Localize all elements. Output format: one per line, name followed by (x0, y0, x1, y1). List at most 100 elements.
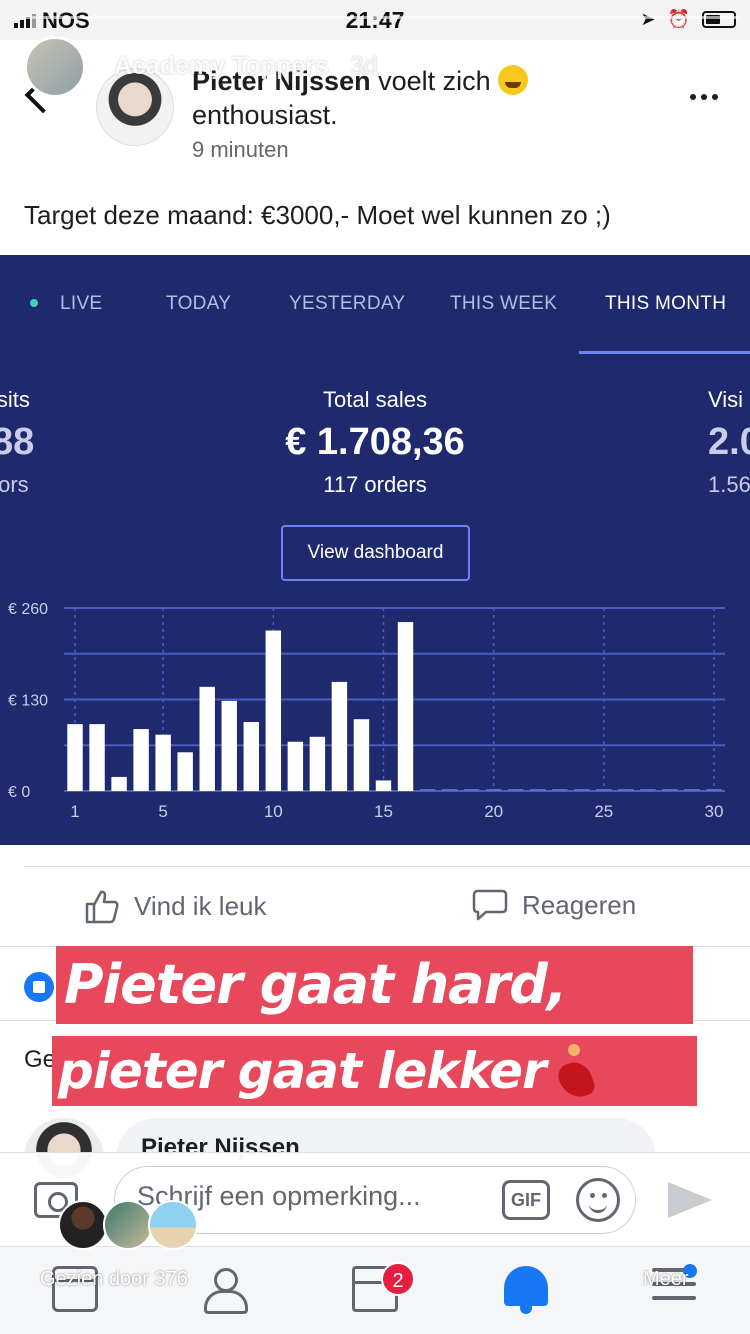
friends-icon[interactable] (200, 1266, 252, 1314)
dancer-emoji-icon (546, 1040, 598, 1100)
tab-this-month[interactable]: THIS MONTH (605, 293, 726, 315)
chart-y-tick-label: € 260 (8, 601, 48, 618)
stat-visitors: Visi 2.0 1.56 (708, 387, 750, 498)
stat-visitors-label: Visi (708, 387, 744, 412)
tab-live[interactable]: LIVE (60, 293, 102, 315)
chart-bar (485, 789, 502, 791)
story-account[interactable]: Academy Toppers 3d (114, 52, 378, 81)
emoji-icon[interactable] (576, 1178, 620, 1222)
like-label: Vind ik leuk (134, 890, 267, 921)
comment-button[interactable]: Reageren (472, 888, 636, 922)
chart-x-tick-label: 5 (158, 802, 167, 821)
alarm-icon: ⏰ (667, 9, 690, 29)
viewer-avatar[interactable] (103, 1200, 153, 1250)
like-reaction-icon[interactable] (24, 972, 54, 1002)
stat-visits-label: isits (0, 387, 30, 412)
notifications-bell-icon[interactable] (504, 1266, 548, 1314)
chart-bar (441, 789, 458, 791)
chart-x-tick-label: 25 (594, 802, 613, 821)
comment-label: Reageren (522, 889, 637, 920)
chart-bar (67, 724, 83, 791)
seen-by-label[interactable]: Gezien door 376 (40, 1268, 188, 1291)
chart-bar (89, 724, 105, 791)
status-icons: ➤ ⏰ (640, 9, 736, 30)
status-bar: NOS 21:47 ➤ ⏰ (0, 0, 750, 40)
divider (24, 866, 750, 867)
star-eyes-emoji-icon (498, 65, 529, 95)
story-account-avatar[interactable] (24, 36, 86, 98)
post-time[interactable]: 9 minuten (192, 137, 289, 163)
battery-icon (702, 11, 736, 28)
marketplace-badge: 2 (381, 1262, 415, 1296)
chart-bar (662, 789, 678, 791)
chart-bar (111, 776, 127, 791)
chart-bar (243, 722, 259, 791)
story-text-sticker-2: pieter gaat lekker (52, 1036, 697, 1106)
chart-bar (530, 789, 546, 791)
chart-x-tick-label: 30 (705, 802, 724, 821)
story-progress-bar (10, 16, 740, 19)
chart-bar (287, 741, 304, 791)
chart-x-tick-label: 15 (374, 802, 393, 821)
viewer-avatar[interactable] (148, 1200, 198, 1250)
sales-bar-chart: 1 5 10 15 20 25 30€ 260€ 130€ 0 (8, 601, 725, 821)
stat-visitors-value: 2.0 (708, 421, 750, 463)
stat-visits: isits 88 tors (0, 387, 34, 498)
location-icon: ➤ (640, 9, 656, 29)
live-dot-icon (30, 299, 38, 307)
chart-x-tick-label: 20 (484, 802, 503, 821)
close-icon[interactable] (692, 50, 728, 86)
chart-bar (618, 789, 634, 791)
chart-bar (375, 780, 392, 791)
chart-bar (397, 622, 414, 791)
chart-bar (309, 736, 326, 791)
comment-icon (472, 889, 508, 921)
stat-total-sales-value: € 1.708,36 (285, 421, 465, 463)
chart-bar (265, 630, 282, 791)
thumbs-up-icon (85, 890, 119, 924)
chart-bar (199, 686, 215, 791)
chart-bar (419, 789, 436, 791)
chart-y-tick-label: € 130 (8, 693, 48, 710)
chart-bar (507, 789, 524, 791)
sales-dashboard: LIVE TODAY YESTERDAY THIS WEEK THIS MONT… (0, 255, 750, 845)
chart-bar (353, 719, 370, 791)
stat-total-sales-label: Total sales (323, 387, 427, 412)
chart-bar (640, 789, 656, 791)
chart-bar (684, 789, 700, 791)
gif-button[interactable]: GIF (502, 1180, 550, 1220)
stat-total-sales: Total sales € 1.708,36 117 orders (225, 387, 525, 498)
post-feeling-word: enthousiast. (192, 100, 338, 130)
chart-bar (133, 729, 149, 791)
tab-yesterday[interactable]: YESTERDAY (289, 293, 405, 315)
like-button[interactable]: Vind ik leuk (84, 888, 267, 924)
chart-bar (463, 789, 480, 791)
more-options-icon[interactable] (690, 94, 718, 100)
send-icon[interactable] (668, 1182, 712, 1218)
story-age: 3d (349, 52, 378, 80)
stat-visits-value: 88 (0, 421, 35, 463)
chart-bar (574, 789, 590, 791)
story-text-sticker-1: Pieter gaat hard, (56, 946, 693, 1024)
story-account-name: Academy Toppers (114, 52, 329, 80)
chart-bar (221, 700, 237, 791)
chart-bar (177, 752, 193, 791)
viewer-avatar[interactable] (58, 1200, 108, 1250)
chart-y-tick-label: € 0 (8, 784, 30, 801)
chart-bar (706, 789, 722, 791)
stat-visitors-sub: 1.56 (708, 472, 750, 497)
tab-this-week[interactable]: THIS WEEK (450, 293, 557, 315)
sticker-line-2: pieter gaat lekker (58, 1042, 547, 1100)
stat-visits-sub: tors (0, 472, 29, 497)
story-more-icon[interactable] (656, 1222, 684, 1228)
active-tab-indicator (579, 351, 750, 354)
story-more-label[interactable]: Meer (643, 1268, 689, 1291)
view-dashboard-button[interactable]: View dashboard (281, 525, 470, 581)
period-tabs: LIVE TODAY YESTERDAY THIS WEEK THIS MONT… (0, 255, 750, 355)
chart-x-tick-label: 1 (70, 802, 79, 821)
stat-orders: 117 orders (323, 472, 427, 497)
post-text: Target deze maand: €3000,- Moet wel kunn… (24, 200, 611, 230)
chart-bar (331, 681, 348, 791)
chart-bar (155, 734, 171, 791)
tab-today[interactable]: TODAY (166, 293, 231, 315)
